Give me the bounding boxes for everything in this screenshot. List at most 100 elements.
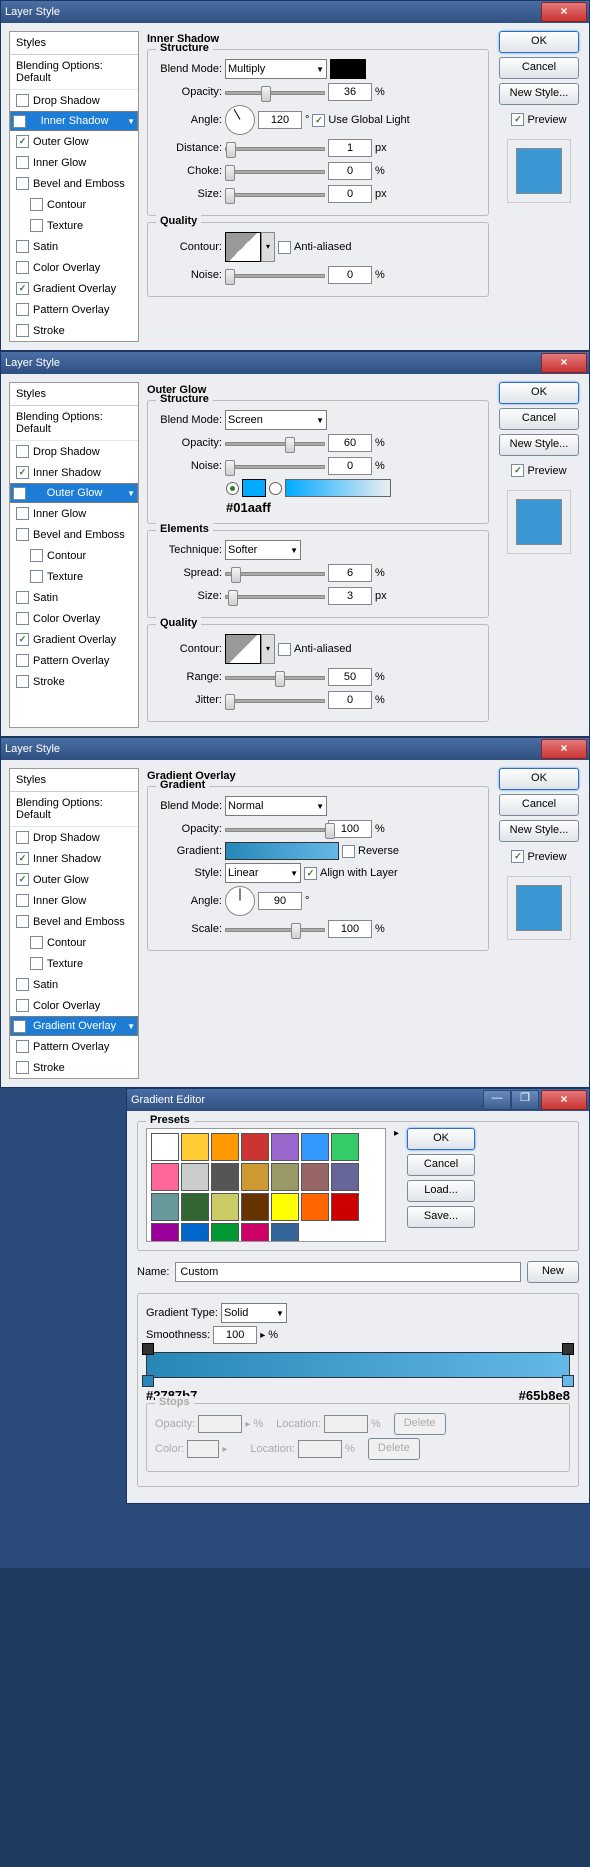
checkbox-icon[interactable] <box>16 852 29 865</box>
preset-swatch[interactable] <box>151 1133 179 1161</box>
titlebar[interactable]: Gradient Editor—❐× <box>127 1089 589 1111</box>
preset-swatch[interactable] <box>151 1193 179 1221</box>
cancel-button[interactable]: Cancel <box>499 57 579 79</box>
checkbox-icon[interactable] <box>16 177 29 190</box>
slider-thumb-icon[interactable] <box>325 823 335 839</box>
technique-select[interactable]: Softer <box>225 540 301 560</box>
slider-thumb-icon[interactable] <box>225 188 235 204</box>
checkbox-icon[interactable] <box>16 831 29 844</box>
new-style-button[interactable]: New Style... <box>499 820 579 842</box>
style-item-color-overlay[interactable]: Color Overlay <box>10 995 138 1016</box>
checkbox-icon[interactable] <box>16 240 29 253</box>
noise-slider[interactable] <box>225 265 325 285</box>
chevron-down-icon[interactable]: ▾ <box>261 232 275 262</box>
preset-swatch[interactable] <box>181 1223 209 1242</box>
style-item-bevel-and-emboss[interactable]: Bevel and Emboss <box>10 173 138 194</box>
size-slider[interactable] <box>225 184 325 204</box>
preset-swatch[interactable] <box>241 1223 269 1242</box>
checkbox-icon[interactable] <box>16 999 29 1012</box>
opacity-slider[interactable] <box>225 819 325 839</box>
distance-value[interactable]: 1 <box>328 139 372 157</box>
slider-thumb-icon[interactable] <box>228 590 238 606</box>
opacity-stop-right[interactable] <box>562 1343 574 1355</box>
load-button[interactable]: Load... <box>407 1180 475 1202</box>
style-item-texture[interactable]: Texture <box>10 215 138 236</box>
color-stop-right[interactable] <box>562 1375 574 1387</box>
spread-slider[interactable] <box>225 563 325 583</box>
preset-swatch[interactable] <box>151 1223 179 1242</box>
slider-thumb-icon[interactable] <box>275 671 285 687</box>
save-button[interactable]: Save... <box>407 1206 475 1228</box>
new-style-button[interactable]: New Style... <box>499 83 579 105</box>
size-slider[interactable] <box>225 586 325 606</box>
checkbox-icon[interactable] <box>30 957 43 970</box>
gradient-bar[interactable] <box>146 1352 570 1378</box>
size-value[interactable]: 3 <box>328 587 372 605</box>
checkbox-icon[interactable] <box>16 303 29 316</box>
style-item-satin[interactable]: Satin <box>10 587 138 608</box>
style-item-bevel-and-emboss[interactable]: Bevel and Emboss <box>10 524 138 545</box>
choke-value[interactable]: 0 <box>328 162 372 180</box>
preset-swatch[interactable] <box>181 1133 209 1161</box>
ok-button[interactable]: OK <box>499 31 579 53</box>
range-value[interactable]: 50 <box>328 668 372 686</box>
preset-swatch[interactable] <box>181 1163 209 1191</box>
style-item-inner-glow[interactable]: Inner Glow <box>10 890 138 911</box>
checkbox-icon[interactable] <box>16 978 29 991</box>
checkbox-icon[interactable] <box>16 1040 29 1053</box>
chevron-down-icon[interactable]: ▸ <box>260 1330 265 1341</box>
noise-value[interactable]: 0 <box>328 266 372 284</box>
close-icon[interactable]: × <box>541 1090 587 1110</box>
contour-picker[interactable]: ▾ <box>225 232 275 262</box>
checkbox-icon[interactable] <box>30 549 43 562</box>
style-item-contour[interactable]: Contour <box>10 932 138 953</box>
gradient-preview[interactable] <box>225 842 339 860</box>
style-item-color-overlay[interactable]: Color Overlay <box>10 608 138 629</box>
range-slider[interactable] <box>225 667 325 687</box>
angle-dial[interactable] <box>225 105 255 135</box>
preset-swatch[interactable] <box>151 1163 179 1191</box>
minimize-icon[interactable]: — <box>483 1090 511 1110</box>
jitter-slider[interactable] <box>225 690 325 710</box>
checkbox-icon[interactable] <box>16 324 29 337</box>
chevron-down-icon[interactable]: ▾ <box>261 634 275 664</box>
global-light-checkbox[interactable] <box>312 114 325 127</box>
checkbox-icon[interactable] <box>16 612 29 625</box>
cancel-button[interactable]: Cancel <box>407 1154 475 1176</box>
blend-mode-select[interactable]: Screen <box>225 410 327 430</box>
cancel-button[interactable]: Cancel <box>499 408 579 430</box>
checkbox-icon[interactable] <box>13 1020 26 1033</box>
titlebar[interactable]: Layer Style× <box>1 1 589 23</box>
style-item-bevel-and-emboss[interactable]: Bevel and Emboss <box>10 911 138 932</box>
close-icon[interactable]: × <box>541 353 587 373</box>
scale-slider[interactable] <box>225 919 325 939</box>
distance-slider[interactable] <box>225 138 325 158</box>
scale-value[interactable]: 100 <box>328 920 372 938</box>
checkbox-icon[interactable] <box>16 445 29 458</box>
gradient-radio[interactable] <box>269 482 282 495</box>
new-button[interactable]: New <box>527 1261 579 1283</box>
slider-thumb-icon[interactable] <box>225 269 235 285</box>
angle-value[interactable]: 120 <box>258 111 302 129</box>
choke-slider[interactable] <box>225 161 325 181</box>
name-input[interactable]: Custom <box>175 1262 521 1282</box>
checkbox-icon[interactable] <box>16 654 29 667</box>
preset-swatch[interactable] <box>331 1163 359 1191</box>
jitter-value[interactable]: 0 <box>328 691 372 709</box>
close-icon[interactable]: × <box>541 2 587 22</box>
preset-swatch[interactable] <box>211 1133 239 1161</box>
checkbox-icon[interactable] <box>16 675 29 688</box>
preset-swatch[interactable] <box>331 1193 359 1221</box>
preset-swatch[interactable] <box>271 1193 299 1221</box>
style-item-contour[interactable]: Contour <box>10 545 138 566</box>
slider-thumb-icon[interactable] <box>226 142 236 158</box>
style-item-pattern-overlay[interactable]: Pattern Overlay <box>10 1036 138 1057</box>
style-item-gradient-overlay[interactable]: Gradient Overlay <box>10 1016 138 1036</box>
style-select[interactable]: Linear <box>225 863 301 883</box>
preset-swatch[interactable] <box>211 1163 239 1191</box>
preset-swatch[interactable] <box>271 1133 299 1161</box>
slider-thumb-icon[interactable] <box>285 437 295 453</box>
opacity-value[interactable]: 60 <box>328 434 372 452</box>
slider-thumb-icon[interactable] <box>231 567 241 583</box>
antialiased-checkbox[interactable] <box>278 241 291 254</box>
